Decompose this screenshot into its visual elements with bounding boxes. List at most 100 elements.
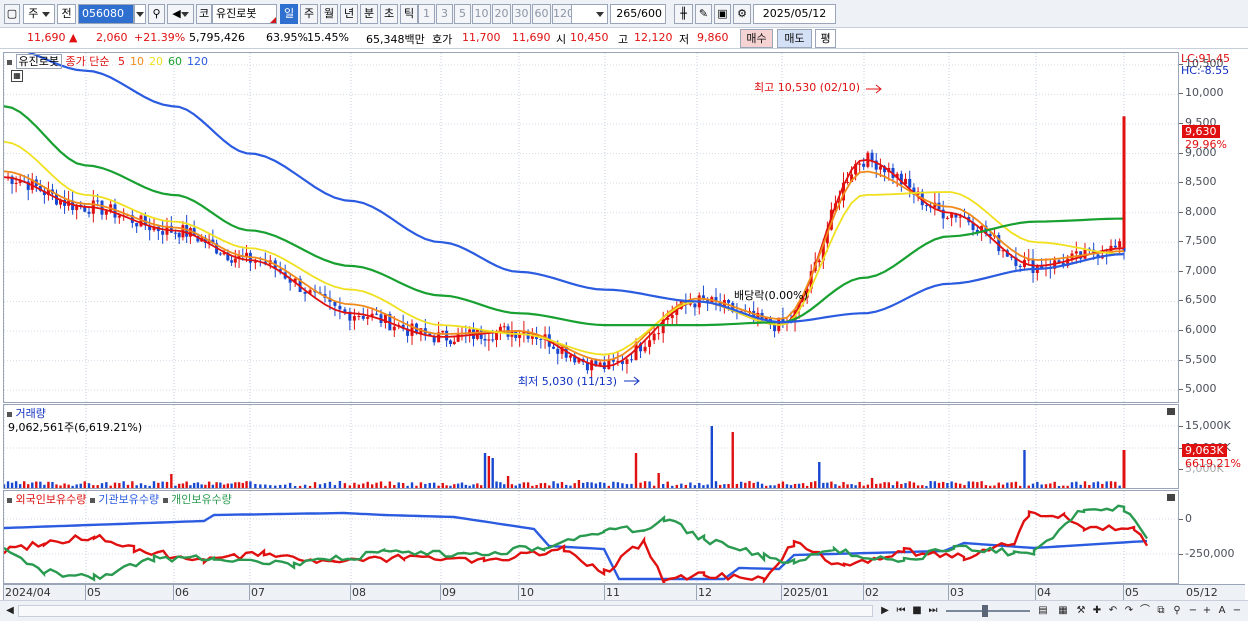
rewind-icon[interactable]: ⏮ bbox=[894, 603, 908, 619]
kind-select[interactable]: 전 bbox=[57, 4, 76, 24]
interval-button-1[interactable]: 1 bbox=[418, 4, 435, 24]
play-icon[interactable]: ▶ bbox=[878, 603, 892, 619]
stock-name-field[interactable]: 유진로봇 bbox=[212, 4, 277, 24]
volume-bar bbox=[39, 481, 42, 488]
holding-pane[interactable]: 외국인보유수량 기관보유수량 개인보유수량 bbox=[3, 490, 1179, 584]
unit-select[interactable] bbox=[571, 4, 608, 24]
buy-button[interactable]: 매수 bbox=[740, 29, 773, 48]
price-pane[interactable]: 유진로봇 종가 단순 5 10 20 60 120 ▦ 최고 10,530 (02/10… bbox=[3, 52, 1179, 403]
zoom-in-icon[interactable]: + bbox=[1200, 603, 1214, 619]
interval-button-30[interactable]: 30 bbox=[512, 4, 531, 24]
crosshair-icon[interactable]: ✚ bbox=[1090, 603, 1104, 619]
search-icon[interactable]: ⚲ bbox=[1170, 603, 1184, 619]
grid-icon[interactable]: ▦ bbox=[1056, 603, 1070, 619]
volume-bar bbox=[189, 485, 192, 488]
time-separator bbox=[604, 585, 605, 600]
volume-bar bbox=[165, 481, 169, 488]
scroll-left-icon[interactable]: ◀ bbox=[3, 603, 17, 619]
period-tab-0[interactable]: 일 bbox=[280, 4, 298, 24]
period-tab-4[interactable]: 분 bbox=[360, 4, 378, 24]
interval-button-3[interactable]: 3 bbox=[436, 4, 453, 24]
stock-code-input[interactable]: 056080 bbox=[78, 4, 134, 24]
volume-bar bbox=[476, 483, 479, 488]
interval-button-5[interactable]: 5 bbox=[454, 4, 471, 24]
candle-body bbox=[100, 200, 104, 215]
volume-bar bbox=[388, 481, 392, 488]
volume-bar bbox=[698, 482, 701, 488]
sell-button[interactable]: 매도 bbox=[777, 29, 812, 48]
zoom-slider[interactable] bbox=[946, 610, 1030, 612]
save-button[interactable]: ▣ bbox=[714, 4, 731, 24]
period-tab-5[interactable]: 초 bbox=[380, 4, 398, 24]
period-tab-6[interactable]: 틱 bbox=[400, 4, 418, 24]
volume-bar bbox=[234, 482, 237, 488]
volume-bar bbox=[671, 485, 674, 488]
volume-bar bbox=[63, 483, 66, 488]
table-icon[interactable]: ▦ bbox=[11, 70, 23, 82]
close-pane-icon[interactable] bbox=[1167, 494, 1175, 501]
volume-bar-last bbox=[1122, 450, 1126, 488]
text-size-icon[interactable]: A bbox=[1215, 603, 1229, 619]
volume-bar bbox=[375, 482, 378, 488]
volume-bar bbox=[445, 485, 448, 488]
zoom-slider-handle[interactable] bbox=[982, 605, 988, 617]
volume-bar bbox=[912, 482, 916, 488]
period-tab-3[interactable]: 년 bbox=[340, 4, 358, 24]
scrollbar[interactable]: ◀ ▶ ⏮ ■ ⏭ ▤ ▦ ⚒ ✚ ↶ ↷ ⌒ ⧉ ⚲ − + A − bbox=[0, 600, 1248, 621]
volume-bar bbox=[226, 483, 230, 488]
volume-bar bbox=[581, 482, 585, 488]
search-button[interactable]: ⚲ bbox=[148, 4, 165, 24]
volume-bar bbox=[303, 484, 307, 488]
volume-value: 9,062,561주(6,619.21%) bbox=[8, 421, 143, 434]
volume-bar bbox=[830, 481, 833, 488]
time-label: 2025/01 bbox=[783, 586, 829, 599]
volume-bar bbox=[834, 484, 837, 488]
stop-icon[interactable]: ■ bbox=[910, 603, 924, 619]
volume-bar bbox=[731, 432, 734, 488]
close-pane-icon[interactable] bbox=[1167, 408, 1175, 415]
volume-bar bbox=[531, 485, 534, 488]
market-select[interactable]: 주 bbox=[23, 4, 55, 24]
volume-bar bbox=[219, 482, 222, 488]
price-tick: 10,500 bbox=[1179, 56, 1224, 70]
volume-bar bbox=[603, 482, 606, 488]
time-label: 05 bbox=[1125, 586, 1139, 599]
interval-button-10[interactable]: 10 bbox=[472, 4, 491, 24]
volume-bar bbox=[793, 483, 797, 488]
copy-icon[interactable]: ⧉ bbox=[1154, 603, 1168, 619]
count-input[interactable]: 265/600 bbox=[610, 4, 666, 24]
layout-icon[interactable]: ▢ bbox=[4, 4, 20, 24]
ask-price: 11,700 bbox=[462, 31, 501, 44]
tool-icon[interactable]: ⚒ bbox=[1074, 603, 1088, 619]
open-price: 10,450 bbox=[570, 31, 609, 44]
interval-button-60[interactable]: 60 bbox=[532, 4, 551, 24]
undo-icon[interactable]: ↶ bbox=[1106, 603, 1120, 619]
period-tab-1[interactable]: 주 bbox=[300, 4, 318, 24]
code-dropdown[interactable] bbox=[134, 4, 146, 24]
evaluate-button[interactable]: 평 bbox=[815, 29, 836, 48]
volume-bar bbox=[598, 482, 602, 488]
scroll-track[interactable] bbox=[18, 605, 873, 617]
volume-bar bbox=[980, 481, 983, 488]
chart-icon[interactable]: ▤ bbox=[1036, 603, 1050, 619]
date-input[interactable]: 2025/05/12 bbox=[753, 4, 836, 24]
volume-bar bbox=[222, 484, 226, 488]
reset-icon[interactable]: − bbox=[1230, 603, 1244, 619]
volume-bar bbox=[135, 485, 138, 488]
zoom-out-icon[interactable]: − bbox=[1186, 603, 1200, 619]
fast-forward-icon[interactable]: ⏭ bbox=[926, 603, 940, 619]
count-max: /600 bbox=[637, 7, 662, 20]
candle-body bbox=[87, 211, 91, 214]
volume-bar bbox=[612, 481, 615, 488]
redo-icon[interactable]: ↷ bbox=[1122, 603, 1136, 619]
draw-tool-button[interactable]: ✎ bbox=[695, 4, 712, 24]
candle-type-button[interactable]: ╫ bbox=[674, 4, 693, 24]
volume-pane[interactable]: 거래량 9,062,561주(6,619.21%) bbox=[3, 404, 1179, 489]
volume-bar bbox=[539, 483, 543, 488]
volume-bar bbox=[264, 484, 267, 488]
period-tab-2[interactable]: 월 bbox=[320, 4, 338, 24]
interval-button-20[interactable]: 20 bbox=[492, 4, 511, 24]
speaker-button[interactable]: ◀ bbox=[167, 4, 194, 24]
settings-button[interactable]: ⚙ bbox=[733, 4, 751, 24]
magnet-icon[interactable]: ⌒ bbox=[1138, 603, 1152, 619]
